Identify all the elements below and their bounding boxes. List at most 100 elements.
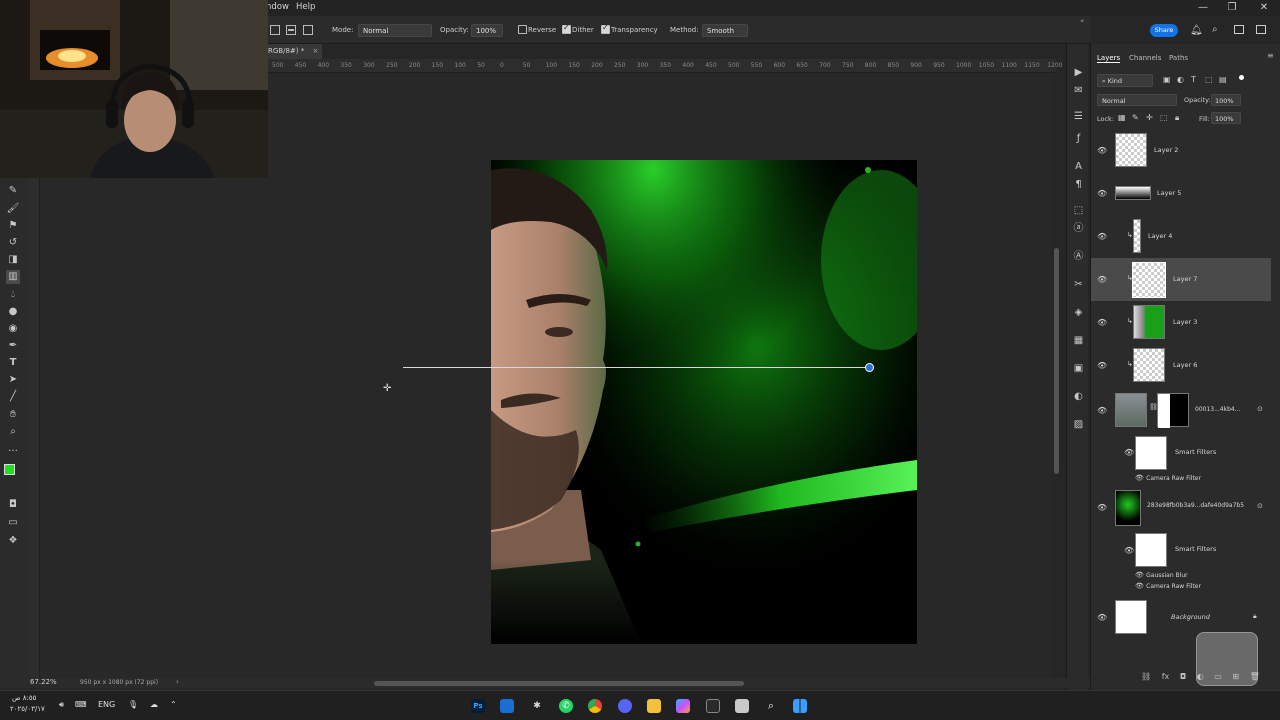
gradient-handle[interactable] [865, 363, 874, 372]
workspace-icon[interactable] [1234, 25, 1244, 34]
tray-expand-icon[interactable]: ⌃ [170, 700, 177, 709]
zoom-level[interactable]: 67.22% [30, 678, 57, 686]
color-icon[interactable]: ◐ [1072, 390, 1085, 403]
chatgpt-app-icon[interactable]: ✱ [530, 699, 544, 713]
adjustments-icon[interactable]: ☰ [1072, 110, 1085, 123]
visibility-eye-icon[interactable]: 👁︎ [1097, 503, 1107, 512]
menu-help[interactable]: Help [296, 2, 315, 12]
visibility-eye-icon[interactable]: 👁︎ [1097, 613, 1107, 622]
fx-icon[interactable]: fx [1162, 672, 1170, 681]
filter-pixel-icon[interactable]: ▣ [1163, 75, 1171, 84]
method-select[interactable]: Smooth [702, 24, 748, 37]
collapse-panels-icon[interactable]: « [1080, 17, 1084, 25]
layer-row-layer-7[interactable]: 👁︎ ↳ Layer 7 [1091, 258, 1271, 301]
quick-mask-icon[interactable]: ◘ [6, 498, 20, 512]
visibility-eye-icon[interactable]: 👁︎ [1135, 582, 1144, 590]
filter-row-camera-raw[interactable]: 👁︎ Camera Raw Filter [1135, 582, 1201, 590]
blend-mode-select[interactable]: Normal [1097, 94, 1177, 106]
visibility-eye-icon[interactable]: 👁︎ [1124, 546, 1134, 555]
gradient-linear-icon[interactable] [270, 25, 280, 35]
comment-icon[interactable]: ✉ [1072, 84, 1085, 97]
visibility-eye-icon[interactable]: 👁︎ [1135, 571, 1144, 579]
filter-kind-select[interactable]: ⌕ Kind [1097, 74, 1153, 87]
blur-tool-icon[interactable]: 💧︎ [6, 288, 20, 302]
panel-menu-icon[interactable]: ≡ [1267, 51, 1274, 60]
lock-all-icon[interactable]: 🔒︎ [1175, 113, 1179, 123]
grid-icon[interactable]: ▦ [1072, 334, 1085, 347]
generative-fill-icon[interactable]: ❖ [6, 534, 20, 548]
file-explorer-app-icon[interactable] [647, 699, 661, 713]
smart-filters-row[interactable]: 👁︎ Smart Filters [1091, 530, 1271, 573]
volume-icon[interactable]: 🔊︎ [59, 700, 64, 710]
lock-artboard-icon[interactable]: ⬚ [1160, 113, 1168, 122]
visibility-eye-icon[interactable]: 👁︎ [1135, 474, 1144, 482]
filter-smart-object-icon[interactable]: ▤ [1219, 75, 1227, 84]
tab-layers[interactable]: Layers [1097, 54, 1121, 63]
filter-adjustment-icon[interactable]: ◐ [1177, 75, 1184, 84]
layer-opacity-input[interactable]: 100% [1211, 94, 1241, 106]
clone-stamp-tool-icon[interactable]: ⚑ [6, 219, 20, 233]
screen-mode-icon[interactable]: ▭ [6, 516, 20, 530]
type-tool-icon[interactable]: T [6, 356, 20, 370]
whatsapp-app-icon[interactable]: ✆ [559, 699, 573, 713]
opacity-input[interactable]: 100% [471, 24, 503, 37]
path-selection-tool-icon[interactable]: ➤ [6, 373, 20, 387]
filter-shape-icon[interactable]: ⬚ [1205, 75, 1213, 84]
image-icon[interactable]: ▨ [1072, 418, 1085, 431]
visibility-eye-icon[interactable]: 👁︎ [1097, 406, 1107, 415]
discord-app-icon[interactable] [618, 699, 632, 713]
filter-row-camera-raw[interactable]: 👁︎ Camera Raw Filter [1135, 474, 1201, 482]
tab-paths[interactable]: Paths [1169, 54, 1188, 62]
link-icon[interactable]: ⛓ [1141, 672, 1151, 681]
filter-toggle-icon[interactable] [1239, 75, 1244, 80]
visibility-eye-icon[interactable]: 👁︎ [1097, 275, 1107, 284]
paragraph-icon[interactable]: ¶ [1072, 178, 1085, 191]
visibility-eye-icon[interactable]: 👁︎ [1097, 189, 1107, 198]
visibility-eye-icon[interactable]: 👁︎ [1097, 232, 1107, 241]
lock-image-icon[interactable]: ✎ [1132, 113, 1139, 122]
search-taskbar-icon[interactable]: ⌕ [764, 699, 778, 713]
eraser-tool-icon[interactable]: ◨ [6, 253, 20, 267]
restore-button[interactable]: ❐ [1222, 2, 1242, 13]
swatches-icon[interactable]: ▣ [1072, 362, 1085, 375]
tool-presets-icon[interactable]: ✂ [1072, 278, 1085, 291]
brush-tool-icon[interactable]: 🖌︎ [6, 202, 20, 216]
search-icon[interactable]: ⌕ [1212, 24, 1218, 35]
libraries-icon[interactable]: ⬚ [1072, 204, 1085, 217]
network-icon[interactable]: ⌨ [75, 700, 87, 709]
layer-row-layer-2[interactable]: 👁︎ Layer 2 [1091, 129, 1271, 172]
window-app-icon[interactable] [500, 699, 514, 713]
gradient-reflected-icon[interactable] [286, 25, 296, 35]
layer-row-layer-5[interactable]: 👁︎ Layer 5 [1091, 172, 1271, 215]
visibility-eye-icon[interactable]: 👁︎ [1097, 361, 1107, 370]
dither-checkbox[interactable] [562, 23, 571, 34]
fill-input[interactable]: 100% [1211, 112, 1241, 124]
mode-select[interactable]: Normal [358, 24, 432, 37]
character-icon[interactable]: A [1072, 160, 1085, 173]
bell-icon[interactable]: 🔔︎ [1190, 25, 1203, 36]
close-tab-icon[interactable]: × [312, 47, 318, 55]
line-tool-icon[interactable]: ╱ [6, 390, 20, 404]
zoom-tool-icon[interactable]: ⌕ [6, 425, 20, 439]
history-brush-tool-icon[interactable]: ↺ [6, 236, 20, 250]
close-window-button[interactable]: ✕ [1254, 2, 1274, 13]
minimize-button[interactable]: — [1193, 2, 1213, 13]
foreground-color-swatch[interactable] [4, 464, 15, 475]
arrange-icon[interactable] [1256, 25, 1266, 34]
transparency-checkbox[interactable] [601, 23, 610, 34]
visibility-eye-icon[interactable]: 👁︎ [1097, 146, 1107, 155]
type-style-icon[interactable]: Ⓐ [1072, 250, 1085, 263]
document-tab[interactable]: RGB/8#) * × [266, 44, 322, 59]
layer-row-photo[interactable]: 👁︎ ⛓ 00013...4kb4... ⊙ [1091, 389, 1271, 432]
3d-icon[interactable]: ◈ [1072, 306, 1085, 319]
microphone-icon[interactable]: 🎙︎ [128, 700, 138, 709]
healing-brush-tool-icon[interactable]: ✎ [6, 184, 20, 198]
pen-tool-icon[interactable]: ✒ [6, 339, 20, 353]
layer-mask-thumbnail[interactable] [1157, 393, 1189, 428]
store-app-icon[interactable] [706, 699, 720, 713]
layer-row-layer-3[interactable]: 👁︎ ↳ Layer 3 [1091, 301, 1271, 344]
horizontal-scrollbar[interactable] [374, 681, 744, 686]
glyphs-icon[interactable]: ⓐ [1072, 222, 1085, 235]
layer-row-layer-4[interactable]: 👁︎ ↳ Layer 4 [1091, 215, 1271, 258]
filter-type-icon[interactable]: T [1191, 75, 1196, 84]
